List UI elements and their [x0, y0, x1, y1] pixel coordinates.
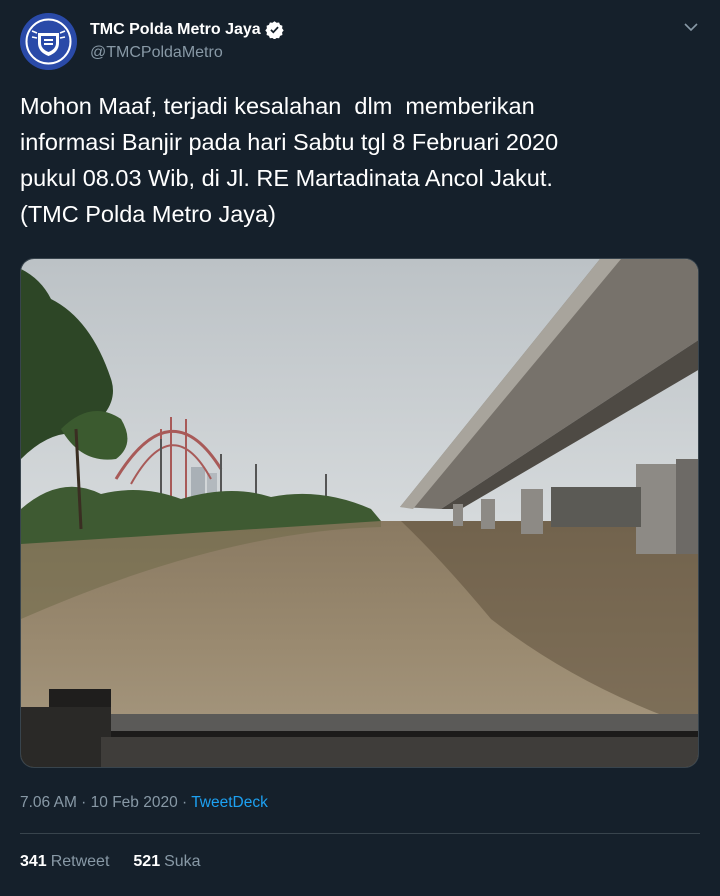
retweets-stat[interactable]: 341 Retweet — [20, 853, 109, 871]
likes-label: Suka — [164, 853, 201, 870]
tweet-text: Mohon Maaf, terjadi kesalahan dlm member… — [20, 93, 559, 227]
tweet-photo[interactable] — [20, 258, 699, 768]
handle[interactable]: @TMCPoldaMetro — [90, 44, 223, 62]
name-row: TMC Polda Metro Jaya — [90, 20, 284, 39]
divider — [20, 833, 700, 834]
tweet-stats: 341 Retweet 521 Suka — [20, 853, 225, 871]
tweet-source-link[interactable]: TweetDeck — [191, 794, 268, 811]
tweet-header: TMC Polda Metro Jaya @TMCPoldaMetro — [20, 12, 700, 72]
tweet-meta: 7.06 AM · 10 Feb 2020 · TweetDeck — [20, 794, 268, 812]
retweets-label: Retweet — [50, 853, 110, 870]
retweets-count: 341 — [20, 853, 47, 870]
likes-count: 521 — [133, 853, 161, 870]
tweet-timestamp[interactable]: 7.06 AM · 10 Feb 2020 · — [20, 794, 191, 811]
police-emblem-icon — [20, 13, 77, 70]
chevron-down-icon[interactable] — [682, 18, 700, 36]
flooded-road-photo — [21, 259, 698, 767]
likes-stat[interactable]: 521 Suka — [133, 853, 200, 871]
display-name[interactable]: TMC Polda Metro Jaya — [90, 21, 261, 39]
verified-badge-icon — [265, 21, 284, 39]
avatar[interactable] — [20, 13, 77, 70]
